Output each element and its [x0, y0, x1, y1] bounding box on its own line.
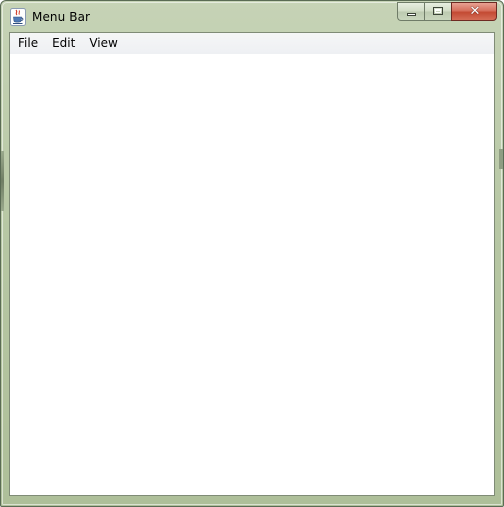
maximize-icon [433, 7, 443, 15]
client-area: File Edit View [9, 32, 495, 496]
frame-edge-right [499, 149, 503, 169]
menu-file[interactable]: File [10, 33, 45, 54]
minimize-button[interactable] [397, 2, 424, 21]
content-panel [10, 54, 494, 495]
title-bar[interactable]: Menu Bar ✕ [1, 1, 503, 33]
frame-edge-left [1, 151, 4, 211]
maximize-button[interactable] [424, 2, 451, 21]
menu-view[interactable]: View [82, 33, 124, 54]
close-icon: ✕ [469, 4, 481, 19]
caption-buttons: ✕ [397, 2, 497, 22]
window-title: Menu Bar [32, 10, 91, 24]
close-button[interactable]: ✕ [451, 2, 497, 21]
menu-bar: File Edit View [10, 33, 494, 54]
menu-edit[interactable]: Edit [45, 33, 82, 54]
application-window: Menu Bar ✕ File Edit View [0, 0, 504, 507]
java-cup-icon[interactable] [10, 8, 26, 26]
minimize-icon [407, 13, 416, 16]
